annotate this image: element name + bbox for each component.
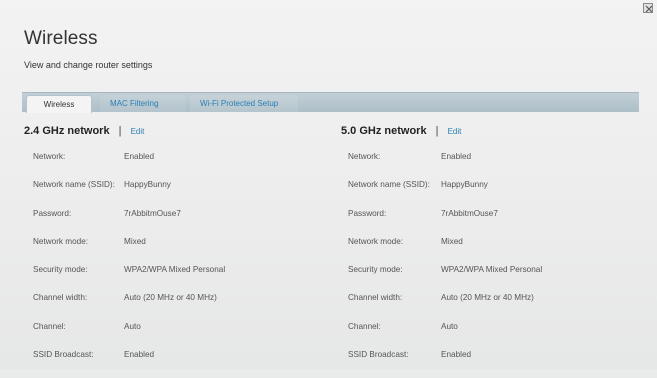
detail-value: Enabled [124,152,155,161]
detail-label: Network name (SSID): [348,180,430,190]
detail-label: Channel width: [348,293,403,303]
detail-value: Enabled [124,350,155,360]
detail-value: Auto (20 MHz or 40 MHz) [124,293,217,303]
detail-value: Auto (20 MHz or 40 MHz) [441,293,534,303]
network-50-details: Network: Enabled Network name (SSID): Ha… [348,152,638,378]
detail-value: Mixed [441,236,463,246]
network-50-heading: 5.0 GHz network | Edit [341,125,461,137]
network-24-heading: 2.4 GHz network | Edit [24,125,144,137]
detail-row: Security mode: WPA2/WPA Mixed Personal [33,265,313,293]
detail-value: HappyBunny [441,180,488,190]
page-title: Wireless [24,28,98,49]
network-50-title: 5.0 GHz network [341,125,427,137]
detail-row: Network name (SSID): HappyBunny [348,180,638,208]
detail-label: Network: [348,152,381,161]
detail-label: Security mode: [348,265,403,275]
network-24-title: 2.4 GHz network [24,125,110,137]
detail-value: HappyBunny [124,180,171,190]
detail-label: Password: [348,208,387,218]
detail-label: Security mode: [33,265,88,275]
network-24-details: Network: Enabled Network name (SSID): Ha… [33,152,313,378]
detail-label: Channel width: [33,293,88,303]
close-icon[interactable] [643,3,653,13]
detail-row: Network: Enabled [348,152,638,180]
detail-value: Mixed [124,236,146,246]
detail-label: Channel: [348,321,381,331]
detail-value: 7rAbbitmOuse7 [124,208,181,218]
detail-row: Security mode: WPA2/WPA Mixed Personal [348,265,638,293]
detail-row: Channel width: Auto (20 MHz or 40 MHz) [348,293,638,321]
detail-row: Password: 7rAbbitmOuse7 [348,209,638,237]
tab-bar: Wireless MAC Filtering Wi-Fi Protected S… [22,92,639,113]
detail-row: SSID Broadcast: Enabled [348,350,638,378]
detail-label: Network name (SSID): [33,180,115,190]
detail-label: Network mode: [33,236,89,246]
detail-value: Enabled [441,350,472,360]
detail-value: 7rAbbitmOuse7 [441,208,498,218]
page-subtitle: View and change router settings [24,60,153,70]
detail-row: Channel: Auto [33,322,313,350]
detail-row: Channel width: Auto (20 MHz or 40 MHz) [33,293,313,321]
edit-50-link[interactable]: Edit [448,127,462,136]
detail-value: WPA2/WPA Mixed Personal [124,265,226,275]
heading-separator: | [118,125,122,137]
heading-separator: | [435,125,439,137]
detail-label: SSID Broadcast: [348,350,409,360]
detail-row: Network name (SSID): HappyBunny [33,180,313,208]
detail-value: Auto [441,321,458,331]
detail-row: SSID Broadcast: Enabled [33,350,313,378]
detail-row: Network: Enabled [33,152,313,180]
edit-24-link[interactable]: Edit [131,127,145,136]
detail-value: WPA2/WPA Mixed Personal [441,265,543,275]
tab-wireless[interactable]: Wireless [26,95,92,113]
detail-row: Channel: Auto [348,322,638,350]
detail-row: Network mode: Mixed [348,237,638,265]
detail-row: Password: 7rAbbitmOuse7 [33,209,313,237]
detail-label: Network: [33,152,66,161]
tab-wifi-protected-setup[interactable]: Wi-Fi Protected Setup [190,95,298,113]
detail-label: Network mode: [348,236,404,246]
detail-value: Auto [124,321,141,331]
detail-label: SSID Broadcast: [33,350,94,360]
detail-row: Network mode: Mixed [33,237,313,265]
wireless-settings-page: Wireless View and change router settings… [0,0,657,369]
detail-value: Enabled [441,152,472,161]
detail-label: Channel: [33,321,66,331]
detail-label: Password: [33,208,72,218]
tab-mac-filtering[interactable]: MAC Filtering [100,95,186,113]
